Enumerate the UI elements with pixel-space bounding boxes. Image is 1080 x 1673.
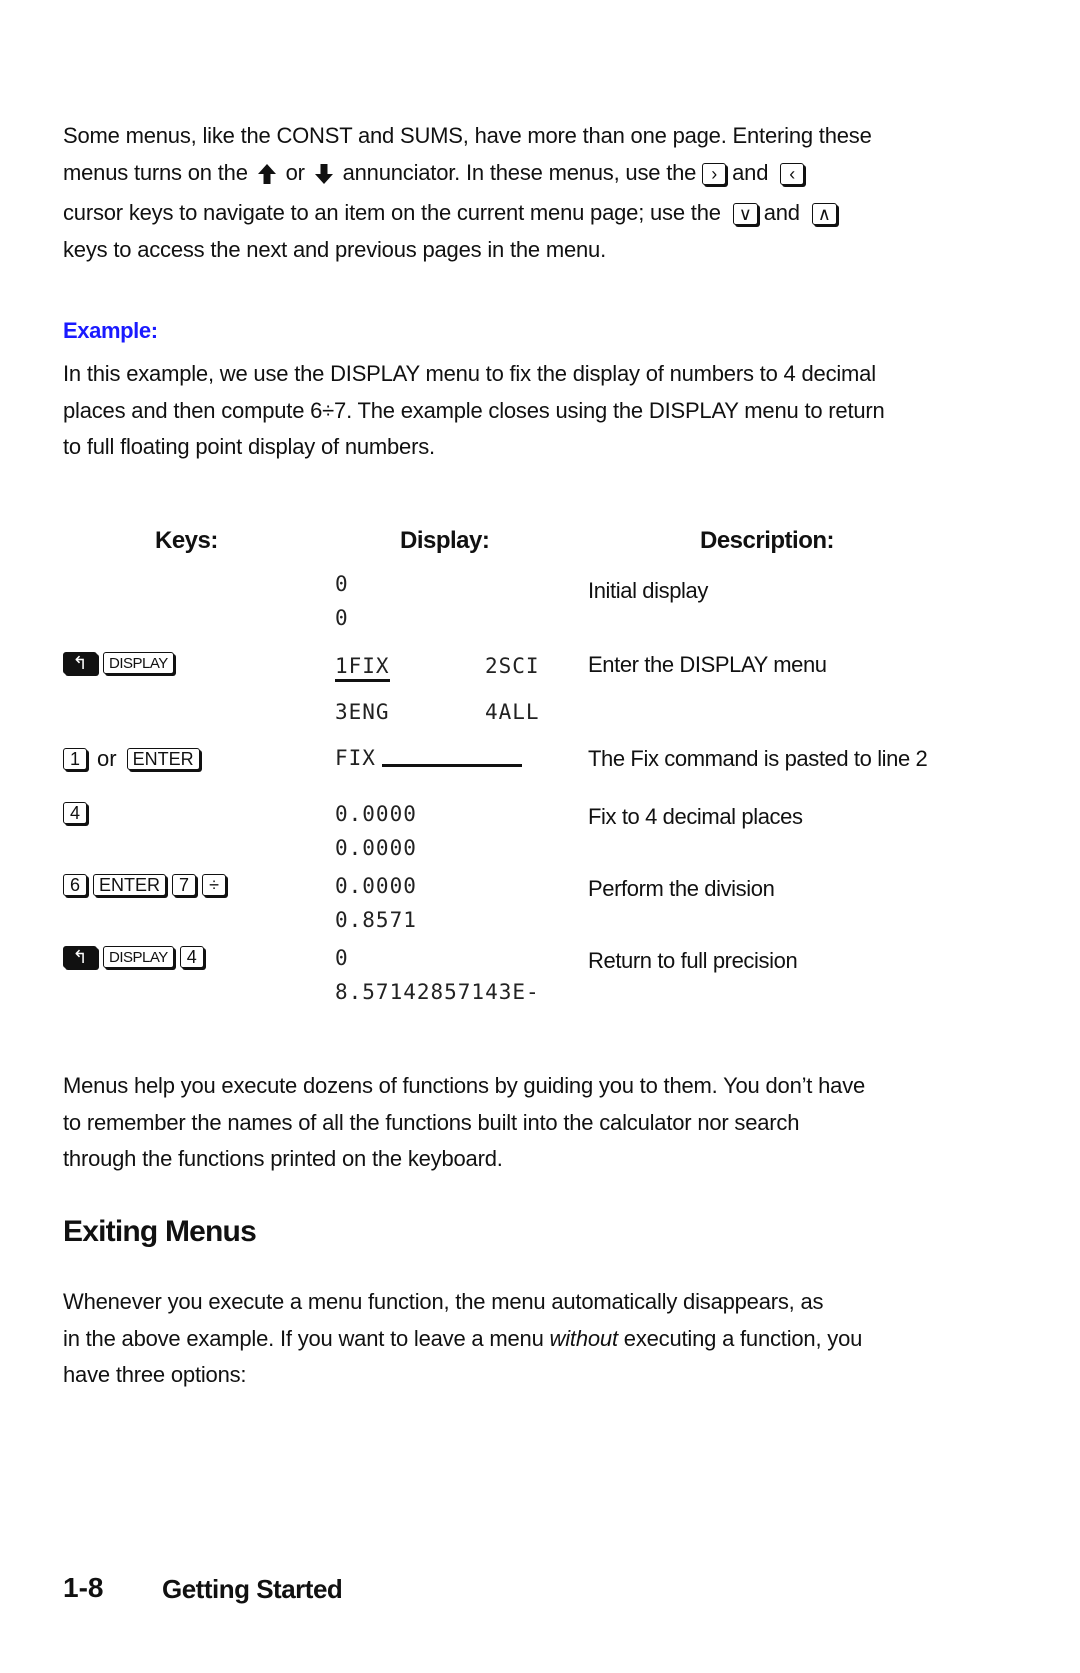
keys-cell: 1 or ENTER	[63, 746, 206, 772]
display-line: 0.0000	[335, 802, 417, 826]
header-description: Description:	[700, 527, 835, 554]
menu-item-4all: 4ALL	[485, 700, 540, 724]
display-key: DISPLAY	[103, 652, 174, 674]
header-keys: Keys:	[155, 527, 218, 554]
description: Perform the division	[588, 876, 775, 901]
header-display: Display:	[400, 527, 490, 554]
down-arrow-annunciator-icon	[314, 163, 333, 184]
left-cursor-key-icon: ‹	[780, 162, 805, 185]
description: Enter the DISPLAY menu	[588, 652, 827, 677]
key-4: 4	[63, 802, 87, 824]
key-4: 4	[179, 946, 204, 968]
description: The Fix command is pasted to line 2	[588, 746, 928, 771]
display-line: 0	[335, 606, 349, 630]
divide-key: ÷	[202, 874, 227, 896]
intro-line-1: Some menus, like the CONST and SUMS, hav…	[63, 123, 872, 148]
display-line: 8.57142857143E-	[335, 980, 540, 1004]
enter-key: ENTER	[126, 748, 200, 770]
key-7: 7	[172, 874, 197, 896]
intro-paragraph: Some menus, like the CONST and SUMS, hav…	[63, 118, 963, 268]
display-line: 0.0000	[335, 836, 417, 860]
chapter-title: Getting Started	[162, 1574, 343, 1604]
display-line: 0	[335, 946, 349, 970]
left-shift-key-icon: ↰	[63, 652, 97, 674]
menus-paragraph: Menus help you execute dozens of functio…	[63, 1073, 866, 1171]
emphasis-without: without	[549, 1325, 619, 1351]
description: Initial display	[588, 578, 708, 603]
or-text: or	[97, 746, 117, 771]
display-key: DISPLAY	[103, 946, 174, 968]
display-line: 0.8571	[335, 908, 417, 932]
section-paragraph: Whenever you execute a menu function, th…	[63, 1289, 863, 1387]
intro-line-2: menus turns on the or annunciator. In th…	[63, 155, 963, 192]
page-number: 1-8	[63, 1572, 104, 1603]
description: Fix to 4 decimal places	[588, 804, 803, 829]
down-cursor-key-icon: ∨	[732, 203, 758, 226]
key-1: 1	[63, 748, 87, 770]
section-heading: Exiting Menus	[63, 1215, 257, 1248]
display-line: 0	[335, 572, 349, 596]
intro-line-3: cursor keys to navigate to an item on th…	[63, 195, 963, 232]
right-cursor-key-icon: ›	[702, 162, 727, 185]
example-paragraph: In this example, we use the DISPLAY menu…	[63, 361, 885, 459]
up-cursor-key-icon: ∧	[811, 203, 837, 226]
key-6: 6	[63, 874, 87, 896]
left-shift-key-icon: ↰	[63, 946, 97, 968]
description: Return to full precision	[588, 948, 798, 973]
intro-line-4: keys to access the next and previous pag…	[63, 236, 606, 262]
keys-cell: ↰ DISPLAY 4	[63, 946, 210, 968]
enter-key: ENTER	[93, 874, 167, 896]
keys-cell: ↰ DISPLAY	[63, 652, 180, 674]
keys-cell: 4	[63, 802, 93, 824]
keys-cell: 6 ENTER 7 ÷	[63, 874, 232, 896]
display-line: 0.0000	[335, 874, 417, 898]
menu-item-1fix: 1FIX	[335, 654, 390, 682]
up-arrow-annunciator-icon	[257, 163, 276, 184]
input-line	[381, 764, 522, 767]
display-line: FIX	[335, 746, 522, 770]
example-label: Example:	[63, 318, 158, 343]
menu-item-2sci: 2SCI	[485, 654, 540, 678]
menu-item-3eng: 3ENG	[335, 700, 390, 724]
